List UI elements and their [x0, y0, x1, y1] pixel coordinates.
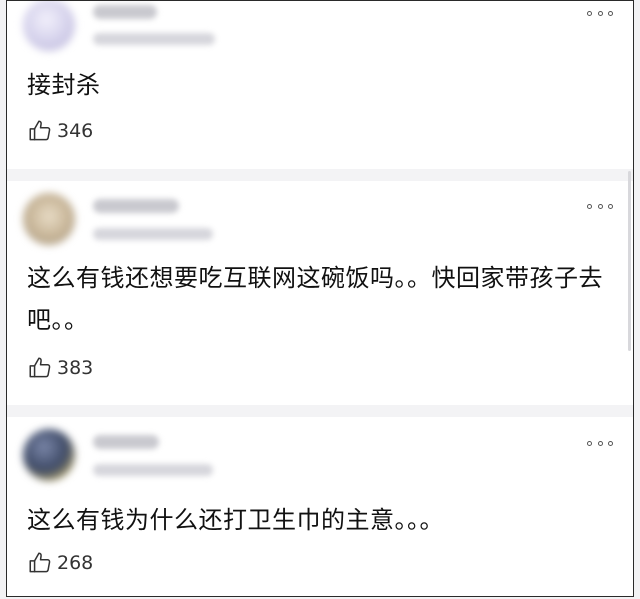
like-count: 346: [57, 120, 94, 142]
avatar[interactable]: [23, 193, 75, 245]
comment-item: 接封杀 346: [7, 1, 633, 169]
like-button[interactable]: 383: [27, 355, 93, 381]
like-button[interactable]: 346: [27, 118, 93, 144]
comments-panel: 接封杀 346 这么有钱还想要吃互联网这碗饭吗。。快回家带孩子去吧。。 383: [6, 0, 634, 597]
username-blurred: [93, 435, 159, 449]
timestamp-blurred: [93, 33, 215, 45]
more-options-icon[interactable]: [587, 440, 613, 446]
avatar[interactable]: [23, 429, 75, 481]
comment-text: 这么有钱还想要吃互联网这碗饭吗。。快回家带孩子去吧。。: [27, 264, 603, 334]
comment-text: 这么有钱为什么还打卫生巾的主意。。。: [27, 506, 444, 534]
username-blurred: [93, 5, 157, 19]
scrollbar[interactable]: [628, 171, 631, 351]
thumbs-up-icon: [29, 357, 51, 378]
comment-item: 这么有钱为什么还打卫生巾的主意。。。 268: [7, 417, 633, 596]
like-count: 383: [57, 357, 94, 379]
thumbs-up-icon: [29, 552, 51, 573]
divider: [7, 405, 633, 417]
timestamp-blurred: [93, 464, 213, 476]
avatar[interactable]: [23, 1, 75, 51]
comment-item: 这么有钱还想要吃互联网这碗饭吗。。快回家带孩子去吧。。 383: [7, 181, 633, 405]
thumbs-up-icon: [29, 120, 51, 141]
username-blurred: [93, 199, 179, 213]
like-count: 268: [57, 552, 94, 574]
divider: [7, 169, 633, 181]
timestamp-blurred: [93, 228, 213, 240]
more-options-icon[interactable]: [587, 203, 613, 209]
more-options-icon[interactable]: [587, 10, 613, 16]
like-button[interactable]: 268: [27, 550, 93, 576]
comment-text: 接封杀: [27, 71, 101, 99]
